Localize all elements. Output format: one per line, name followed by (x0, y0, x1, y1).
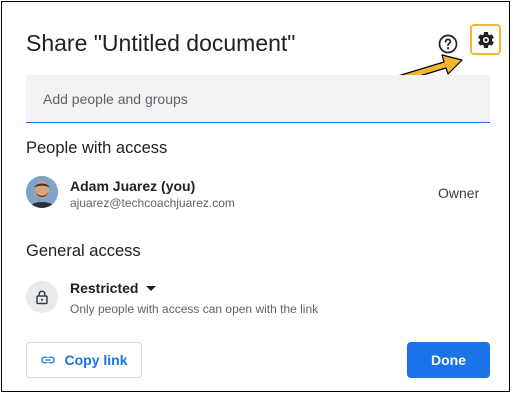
copy-link-button[interactable]: Copy link (26, 342, 142, 378)
share-dialog: Share "Untitled document" People with ac… (1, 1, 510, 392)
dialog-title: Share "Untitled document" (26, 30, 296, 56)
person-email: ajuarez@techcoachjuarez.com (70, 196, 235, 210)
add-people-input[interactable] (26, 75, 490, 123)
copy-link-label: Copy link (64, 352, 128, 368)
general-access-description: Only people with access can open with th… (70, 302, 319, 316)
help-circle-icon (438, 34, 458, 54)
person-role: Owner (438, 185, 480, 201)
avatar (26, 176, 58, 208)
lock-badge (26, 281, 58, 313)
general-access-selected: Restricted (70, 280, 139, 296)
link-icon (41, 356, 56, 364)
person-name: Adam Juarez (you) (70, 178, 196, 194)
general-access-dropdown[interactable]: Restricted (70, 280, 157, 296)
lock-icon (36, 290, 48, 305)
settings-button[interactable] (470, 24, 501, 55)
caret-down-icon (146, 285, 157, 291)
general-access-heading: General access (26, 242, 141, 260)
people-with-access-heading: People with access (26, 139, 168, 157)
gear-icon (477, 31, 494, 48)
done-button[interactable]: Done (407, 342, 490, 378)
